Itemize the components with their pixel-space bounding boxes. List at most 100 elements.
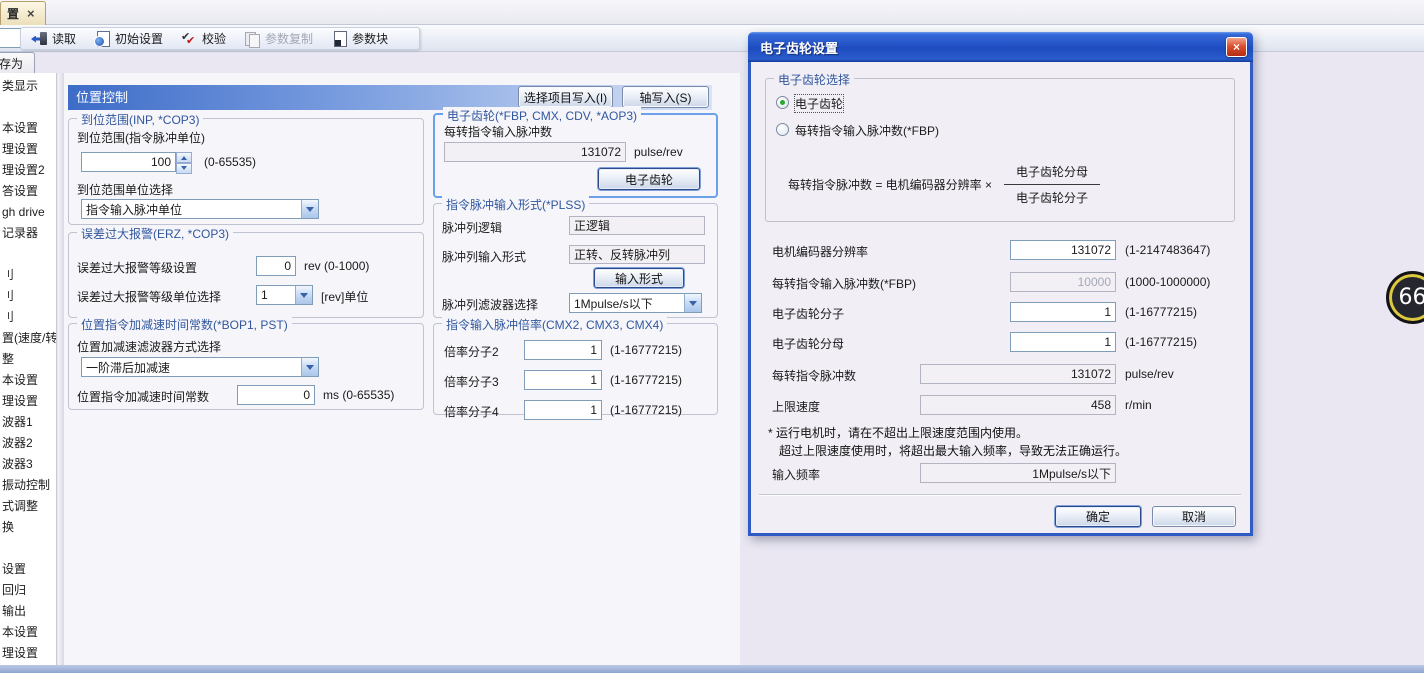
in-position-unit-select[interactable]: 指令输入脉冲单位 <box>81 199 319 219</box>
accel-filter-select[interactable]: 一阶滞后加减速 <box>81 357 319 377</box>
sidebar-item[interactable]: 本设置 <box>0 118 56 139</box>
alarm-level-input[interactable]: 0 <box>256 256 296 276</box>
sidebar-item[interactable]: 类显示 <box>0 76 56 97</box>
cancel-button-label: 取消 <box>1182 508 1206 525</box>
spinner-down-icon[interactable] <box>176 163 192 174</box>
electronic-gear-button[interactable]: 电子齿轮 <box>598 168 700 190</box>
gear-denominator-input[interactable]: 1 <box>1010 332 1116 352</box>
sidebar-item[interactable]: 刂 <box>0 265 56 286</box>
sidebar-item[interactable]: 振动控制 <box>0 475 56 496</box>
sidebar-item[interactable]: 理设置2 <box>0 160 56 181</box>
save-as-tab[interactable]: 另存为 <box>0 52 35 73</box>
sidebar-item[interactable]: 输出 <box>0 601 56 622</box>
in-position-range-spinner[interactable] <box>176 152 192 172</box>
cancel-button[interactable]: 取消 <box>1152 506 1236 527</box>
pulse-logic-label: 脉冲列逻辑 <box>442 219 502 236</box>
group-title: 误差过大报警(ERZ, *COP3) <box>77 225 233 242</box>
chevron-down-icon[interactable] <box>301 358 318 376</box>
radio-electronic-gear[interactable] <box>776 96 789 109</box>
application-window: 置 × 读取 初始设置 校验 参数复制 <box>0 0 1424 673</box>
pulse-filter-select[interactable]: 1Mpulse/s以下 <box>569 293 702 313</box>
parameter-copy-label: 参数复制 <box>265 30 313 47</box>
write-axis-label: 轴写入(S) <box>640 89 692 106</box>
write-selected-items-button[interactable]: 选择项目写入(I) <box>518 86 613 108</box>
sidebar-item[interactable]: 波器1 <box>0 412 56 433</box>
group-in-position-range: 到位范围(INP, *COP3) 到位范围(指令脉冲单位) 100 (0-655… <box>68 118 424 225</box>
chevron-down-icon[interactable] <box>295 286 312 304</box>
radio-electronic-gear-label[interactable]: 电子齿轮 <box>795 95 843 112</box>
toolbar-combobox-field <box>0 29 22 47</box>
electronic-gear-button-label: 电子齿轮 <box>625 171 673 188</box>
sidebar-item[interactable]: 答设置 <box>0 181 56 202</box>
alarm-unit-hint: [rev]单位 <box>321 288 368 305</box>
sidebar-item[interactable]: 记录器 <box>0 223 56 244</box>
formula-denominator: 电子齿轮分子 <box>1004 185 1100 206</box>
sidebar-item[interactable]: 本设置 <box>0 370 56 391</box>
chevron-down-icon[interactable] <box>684 294 701 312</box>
read-button[interactable]: 读取 <box>31 30 76 47</box>
alarm-level-label: 误差过大报警等级设置 <box>77 259 197 276</box>
sidebar-item[interactable]: 设置 <box>0 559 56 580</box>
write-axis-button[interactable]: 轴写入(S) <box>622 86 709 108</box>
gear-numerator-input[interactable]: 1 <box>1010 302 1116 322</box>
magnification-3-input[interactable]: 1 <box>524 370 602 390</box>
input-frequency-value: 1Mpulse/s以下 <box>1032 465 1111 482</box>
sidebar: 类显示本设置理设置理设置2答设置gh drive记录器刂刂刂置(速度/转整本设置… <box>0 73 57 665</box>
verify-button[interactable]: 校验 <box>181 30 226 47</box>
time-constant-hint: ms (0-65535) <box>323 388 394 402</box>
group-pulse-input-form: 指令脉冲输入形式(*PLSS) 脉冲列逻辑 正逻辑 脉冲列输入形式 正转、反转脉… <box>433 203 718 318</box>
sidebar-item[interactable]: 刂 <box>0 286 56 307</box>
radio-pulses-per-rev[interactable] <box>776 123 789 136</box>
sidebar-item[interactable]: 整 <box>0 349 56 370</box>
sidebar-item[interactable]: 刂 <box>0 307 56 328</box>
speed-limit-field: 458 <box>920 395 1116 415</box>
magnification-4-value: 1 <box>590 403 597 417</box>
sidebar-item[interactable]: gh drive <box>0 202 56 223</box>
ok-button-label: 确定 <box>1086 508 1110 525</box>
ok-button[interactable]: 确定 <box>1055 506 1141 527</box>
sidebar-item[interactable]: 置(速度/转 <box>0 328 56 349</box>
result-ppr-value: 131072 <box>1071 367 1111 381</box>
write-selected-items-label: 选择项目写入(I) <box>524 89 607 106</box>
magnification-3-label: 倍率分子3 <box>444 373 499 390</box>
sidebar-item[interactable]: 理设置 <box>0 139 56 160</box>
chevron-down-icon[interactable] <box>301 200 318 218</box>
initial-settings-button[interactable]: 初始设置 <box>94 30 163 47</box>
encoder-resolution-input[interactable]: 131072 <box>1010 240 1116 260</box>
magnification-4-input[interactable]: 1 <box>524 400 602 420</box>
alarm-unit-select[interactable]: 1 <box>256 285 313 305</box>
sidebar-item[interactable]: 波器3 <box>0 454 56 475</box>
sidebar-item[interactable]: 波器2 <box>0 433 56 454</box>
time-constant-input[interactable]: 0 <box>237 385 315 405</box>
result-ppr-field: 131072 <box>920 364 1116 384</box>
time-constant-label: 位置指令加减速时间常数 <box>77 388 209 405</box>
magnification-2-label: 倍率分子2 <box>444 343 499 360</box>
dialog-title-bar[interactable]: 电子齿轮设置 <box>748 32 1253 62</box>
magnification-2-input[interactable]: 1 <box>524 340 602 360</box>
sidebar-item[interactable]: 式调整 <box>0 496 56 517</box>
parameter-block-button[interactable]: 参数块 <box>331 30 388 47</box>
input-form-button[interactable]: 输入形式 <box>594 268 684 288</box>
sidebar-item[interactable]: 换 <box>0 517 56 538</box>
sidebar-item[interactable]: 理设置 <box>0 643 56 664</box>
pulse-filter-value: 1Mpulse/s以下 <box>570 294 684 312</box>
sidebar-item[interactable]: 回归 <box>0 580 56 601</box>
sidebar-item[interactable]: 本设置 <box>0 622 56 643</box>
accel-filter-value: 一阶滞后加减速 <box>82 358 301 376</box>
sidebar-spacer <box>0 538 56 559</box>
parameter-block-label: 参数块 <box>352 30 388 47</box>
radio-pulses-per-rev-label[interactable]: 每转指令输入脉冲数(*FBP) <box>795 122 939 139</box>
gear-ppr-unit: pulse/rev <box>634 145 683 159</box>
sidebar-item[interactable]: 理设置 <box>0 391 56 412</box>
group-excess-error-alarm: 误差过大报警(ERZ, *COP3) 误差过大报警等级设置 0 rev (0-1… <box>68 232 424 318</box>
spinner-up-icon[interactable] <box>176 152 192 163</box>
close-icon[interactable]: × <box>1226 37 1247 57</box>
document-tab[interactable]: 置 × <box>0 1 46 25</box>
alarm-level-hint: rev (0-1000) <box>304 259 369 273</box>
tab-close-icon[interactable]: × <box>27 6 35 21</box>
group-title: 指令脉冲输入形式(*PLSS) <box>442 196 589 213</box>
in-position-range-label: 到位范围(指令脉冲单位) <box>77 129 205 146</box>
formula-text: 每转指令脉冲数 = 电机编码器分辨率 × <box>788 176 992 193</box>
in-position-range-input[interactable]: 100 <box>81 152 176 172</box>
pulse-form-field: 正转、反转脉冲列 <box>569 245 705 264</box>
